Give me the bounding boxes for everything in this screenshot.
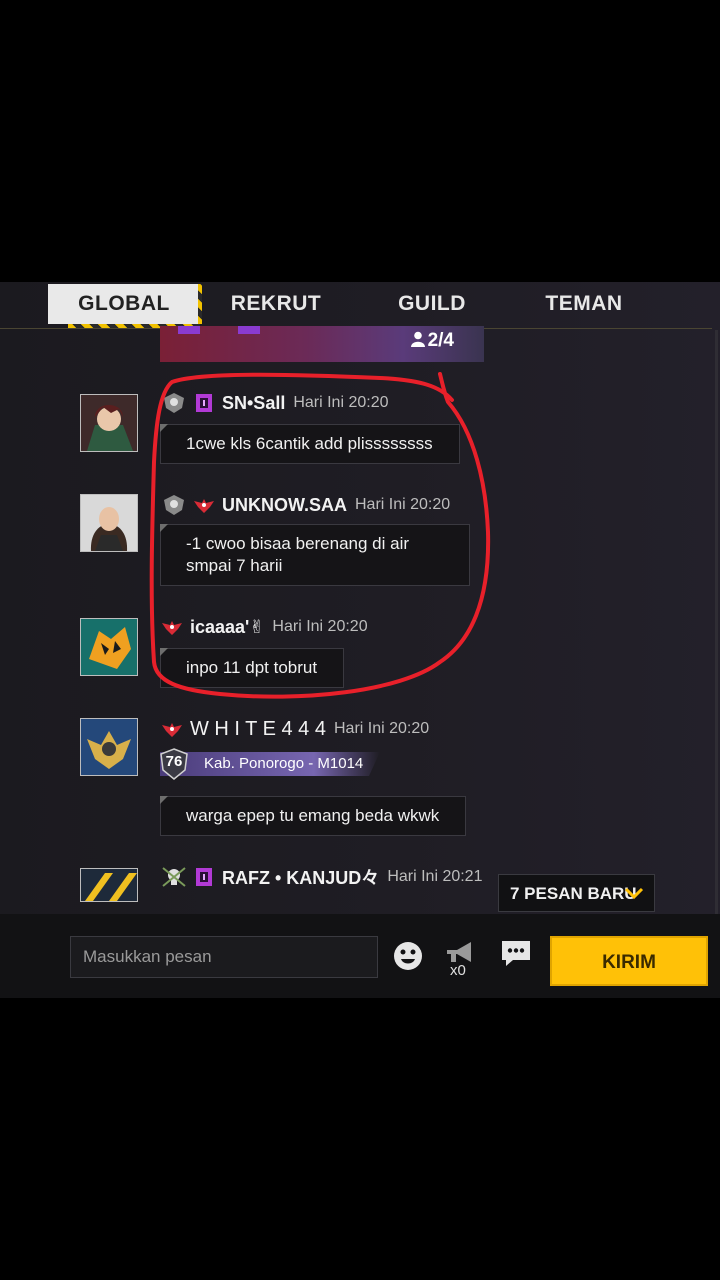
tab-teman[interactable]: TEMAN [518,284,650,324]
timestamp: Hari Ini 20:20 [272,618,368,635]
timestamp: Hari Ini 20:21 [387,868,483,885]
tiger-avatar-icon [81,619,137,675]
chevron-down-icon [624,887,644,900]
tab-rekrut[interactable]: REKRUT [210,284,342,324]
guild-emblem-icon [81,719,137,775]
new-messages-button[interactable]: 7 PESAN BARU [498,874,655,912]
message-bubble[interactable]: 1cwe kls 6cantik add plissssssss [160,424,460,464]
rank-icon [164,495,184,515]
skull-rank-icon [162,867,186,887]
avatar[interactable] [80,394,138,452]
purple-badge-icon [196,868,212,886]
message-input[interactable]: Masukkan pesan [70,936,378,978]
chat-screen: GLOBAL REKRUT GUILD TEMAN 2/4 SN•Sall Ha… [0,282,720,998]
red-wings-badge-icon [162,621,182,635]
region-tag: Kab. Ponorogo - M1014 [160,752,380,776]
avatar[interactable] [80,718,138,776]
message-bubble[interactable]: inpo 11 dpt tobrut [160,648,345,688]
emoji-button[interactable] [388,936,428,976]
avatar-portrait-icon [81,395,137,451]
avatar[interactable] [80,494,138,552]
megaphone-count: x0 [450,962,466,979]
squad-count: 2/4 [410,330,454,352]
avatar-portrait-icon [81,495,137,551]
timestamp: Hari Ini 20:20 [293,394,389,411]
message-header: icaaaa'✌ Hari Ini 20:20 [162,614,368,640]
composer-bar: Masukkan pesan x0 KIRIM [0,914,720,998]
sender-name[interactable]: icaaaa'✌ [190,617,264,638]
sender-name[interactable]: SN•Sall [222,393,285,414]
send-button[interactable]: KIRIM [550,936,708,986]
level-value: 76 [165,753,183,770]
squad-card[interactable]: 2/4 [160,326,484,362]
level-badge: 76 [160,748,188,780]
avatar[interactable] [80,868,138,902]
user-icon [410,331,425,347]
tab-guild[interactable]: GUILD [366,284,498,324]
sender-name[interactable]: W H I T E 4 4 4 [190,718,326,741]
purple-badge-icon [196,394,212,412]
card-decoration [238,326,260,334]
card-decoration [178,326,200,334]
message-bubble[interactable]: -1 cwoo bisaa berenang di air smpai 7 ha… [160,524,470,586]
tab-bar: GLOBAL REKRUT GUILD TEMAN [0,282,712,329]
timestamp: Hari Ini 20:20 [355,496,451,513]
message-header: UNKNOW.SAA Hari Ini 20:20 [162,492,450,518]
message-header: W H I T E 4 4 4 Hari Ini 20:20 [162,716,429,742]
quick-chat-icon [502,941,530,966]
quick-chat-button[interactable] [496,936,536,976]
sender-name[interactable]: RAFZ • KANJUD々 [222,864,379,890]
scrollbar[interactable] [715,330,718,920]
red-wings-badge-icon [162,723,182,737]
avatar-emblem-icon [81,869,137,901]
emoji-icon [394,942,422,970]
red-wings-badge-icon [194,499,214,513]
message-header: SN•Sall Hari Ini 20:20 [162,390,389,416]
tab-global[interactable]: GLOBAL [48,284,202,328]
timestamp: Hari Ini 20:20 [333,720,430,737]
rank-icon [164,393,184,413]
squad-count-value: 2/4 [427,330,454,351]
chat-message: W H I T E 4 4 4 Hari Ini 20:20 warga epe… [0,716,720,846]
megaphone-button[interactable]: x0 [440,936,480,979]
message-bubble[interactable]: warga epep tu emang beda wkwk [160,796,467,836]
sender-name[interactable]: UNKNOW.SAA [222,495,347,516]
new-messages-label: 7 PESAN BARU [510,884,637,903]
message-header: RAFZ • KANJUD々 Hari Ini 20:21 [162,864,482,890]
avatar[interactable] [80,618,138,676]
